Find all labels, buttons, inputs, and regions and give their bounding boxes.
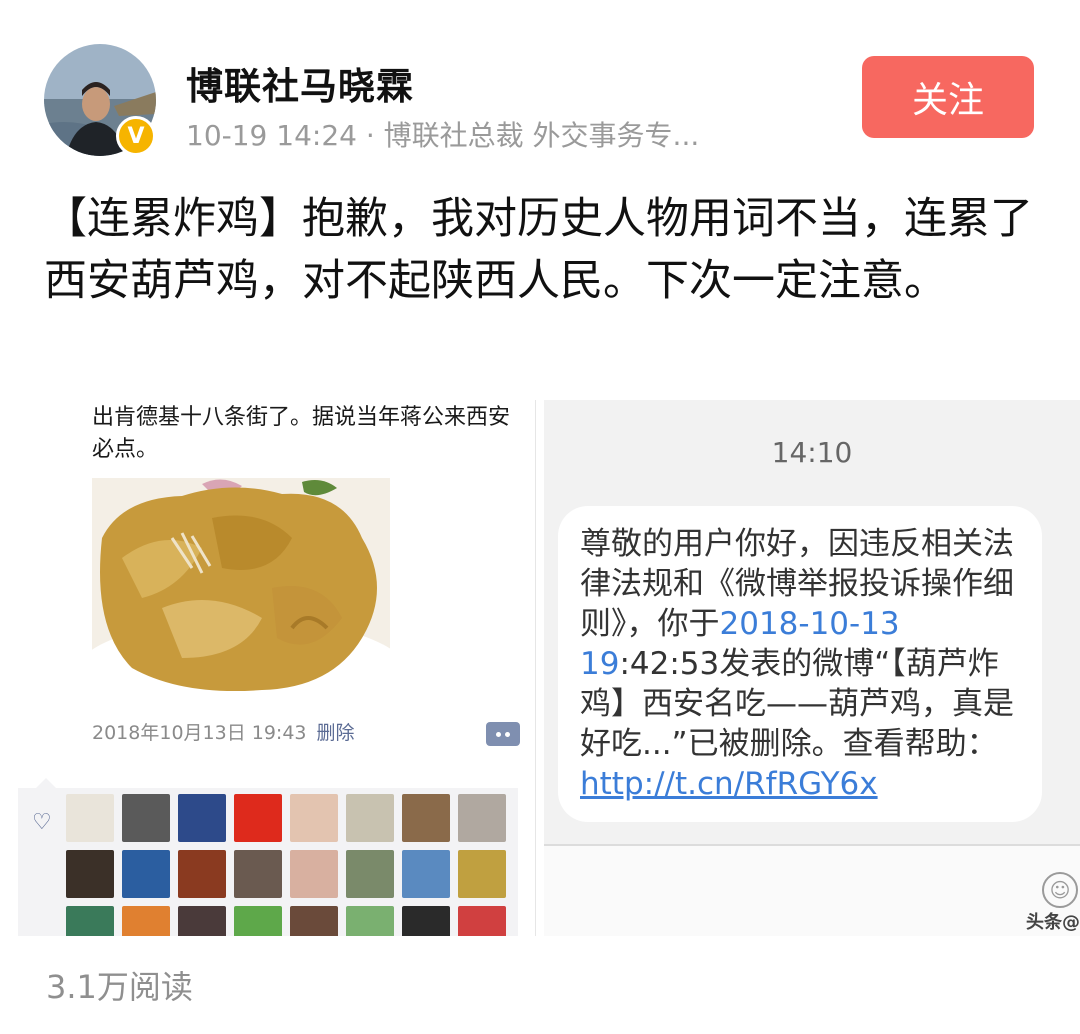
watermark: 头条@	[1026, 912, 1080, 933]
author-name[interactable]: 博联社马晓霖	[186, 56, 414, 110]
liker-avatar[interactable]	[290, 794, 338, 842]
liker-avatar[interactable]	[290, 850, 338, 898]
message-input-area	[544, 846, 1080, 936]
liker-avatar[interactable]	[66, 906, 114, 936]
liker-avatar[interactable]	[178, 850, 226, 898]
liker-avatar[interactable]	[234, 906, 282, 936]
liker-avatar[interactable]	[122, 850, 170, 898]
comment-icon[interactable]	[486, 722, 520, 746]
liker-avatar[interactable]	[346, 850, 394, 898]
post-image-2[interactable]: 14:10 尊敬的用户你好，因违反相关法律法规和《微博举报投诉操作细则》，你于2…	[544, 400, 1080, 936]
likes-box: ♡	[18, 778, 518, 936]
liker-avatar[interactable]	[458, 794, 506, 842]
message-bubble: 尊敬的用户你好，因违反相关法律法规和《微博举报投诉操作细则》，你于2018-10…	[558, 506, 1042, 822]
liker-avatar[interactable]	[346, 794, 394, 842]
verified-badge-icon: V	[116, 116, 156, 156]
fried-chicken-photo	[92, 478, 390, 700]
follow-button[interactable]: 关注	[862, 56, 1034, 138]
delete-link[interactable]: 删除	[317, 722, 355, 744]
moment-timestamp: 2018年10月13日 19:43 删除	[92, 718, 355, 745]
liker-avatar[interactable]	[458, 906, 506, 936]
liker-avatar[interactable]	[402, 850, 450, 898]
message-time: 14:10	[771, 436, 853, 469]
liker-avatar[interactable]	[402, 906, 450, 936]
liker-avatar[interactable]	[66, 794, 114, 842]
liker-avatar[interactable]	[402, 794, 450, 842]
liker-avatar[interactable]	[290, 906, 338, 936]
liker-avatar[interactable]	[178, 906, 226, 936]
liker-avatar[interactable]	[234, 794, 282, 842]
liker-avatar[interactable]	[234, 850, 282, 898]
liker-avatar[interactable]	[458, 850, 506, 898]
liker-avatar[interactable]	[66, 850, 114, 898]
message-link[interactable]: http://t.cn/RfRGY6x	[580, 766, 878, 802]
liker-avatar[interactable]	[122, 906, 170, 936]
liker-avatar[interactable]	[178, 794, 226, 842]
message-part2: :42:53发表的微博“【葫芦炸鸡】西安名吃——葫芦鸡，真是好吃...”已被删除…	[580, 646, 1014, 762]
moment-text: 出肯德基十八条街了。据说当年蒋公来西安必点。	[92, 405, 511, 462]
liker-avatar-grid	[66, 794, 506, 936]
liker-avatar[interactable]	[122, 794, 170, 842]
post-meta: 10-19 14:24 · 博联社总裁 外交事务专...	[186, 119, 700, 152]
heart-icon: ♡	[32, 810, 52, 835]
post-image-1[interactable]: 出肯德基十八条街了。据说当年蒋公来西安必点。 2018年10月13日 19:43…	[0, 400, 536, 936]
liker-avatar[interactable]	[346, 906, 394, 936]
smiley-icon: ☺	[1042, 872, 1078, 908]
message-text: 尊敬的用户你好，因违反相关法律法规和《微博举报投诉操作细则》，你于2018-10…	[580, 524, 1020, 804]
moment-time-text: 2018年10月13日 19:43	[92, 722, 307, 744]
post-header: V 博联社马晓霖 10-19 14:24 · 博联社总裁 外交事务专... 关注	[0, 0, 1080, 170]
post-text: 【连累炸鸡】抱歉，我对历史人物用词不当，连累了西安葫芦鸡，对不起陕西人民。下次一…	[44, 194, 1033, 306]
read-count: 3.1万阅读	[46, 968, 193, 1006]
